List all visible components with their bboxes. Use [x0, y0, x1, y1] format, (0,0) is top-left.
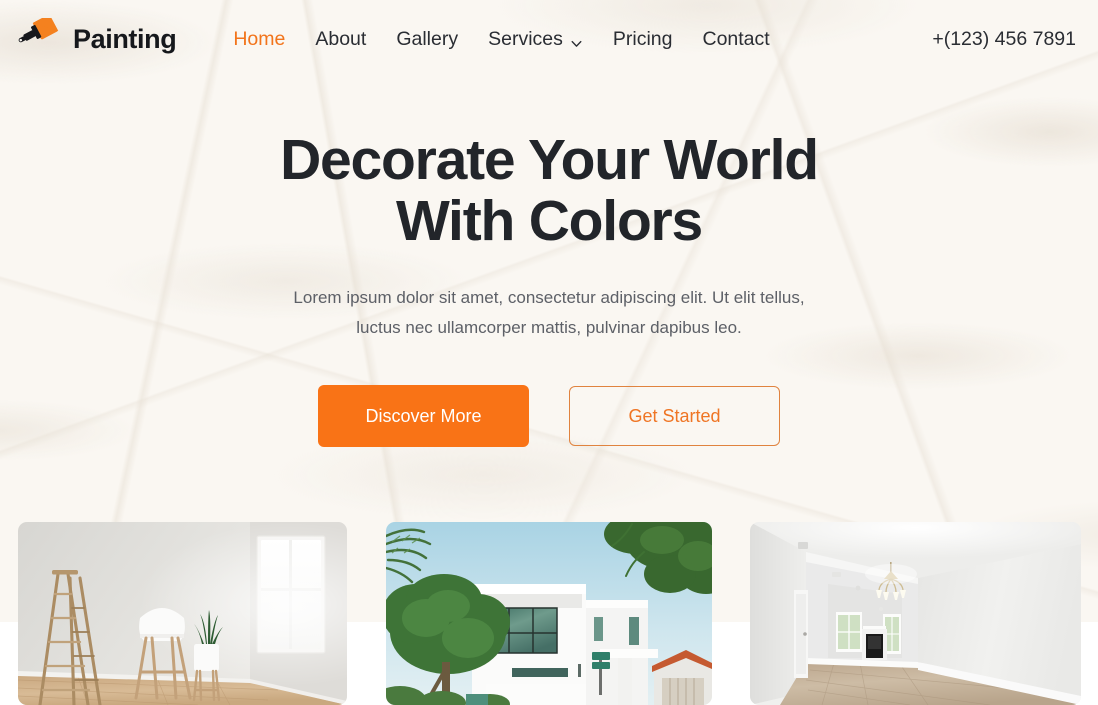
paintbrush-icon	[18, 14, 64, 60]
gallery-image-strip	[0, 522, 1098, 705]
nav-item-pricing-label: Pricing	[612, 27, 673, 50]
brand-logo[interactable]: Painting	[18, 14, 177, 60]
nav-item-about[interactable]: About	[315, 28, 396, 51]
nav-item-gallery-label: Gallery	[396, 27, 459, 50]
hero-cta-group: Discover More Get Started	[0, 385, 1098, 447]
brand-name: Painting	[73, 23, 177, 54]
hero-subtitle-line-2: luctus nec ullamcorper mattis, pulvinar …	[356, 318, 742, 337]
nav-links: Home About Gallery Services Pricing Cont…	[233, 28, 799, 51]
get-started-button[interactable]: Get Started	[569, 386, 780, 446]
hero-title-line-2: With Colors	[395, 189, 703, 253]
gallery-image-empty-living-room-with-fireplace[interactable]	[750, 522, 1081, 705]
hero-subtitle: Lorem ipsum dolor sit amet, consectetur …	[0, 283, 1098, 343]
gallery-image-empty-room-with-ladder-and-chair[interactable]	[18, 522, 347, 705]
chevron-down-icon	[570, 33, 583, 47]
nav-item-pricing[interactable]: Pricing	[613, 28, 703, 51]
nav-item-contact[interactable]: Contact	[702, 28, 799, 51]
nav-item-about-label: About	[315, 27, 367, 50]
page-title: Decorate Your World With Colors	[0, 130, 1098, 252]
hero-subtitle-line-1: Lorem ipsum dolor sit amet, consectetur …	[293, 288, 805, 307]
nav-item-services-label: Services	[488, 27, 563, 50]
phone-number[interactable]: +(123) 456 7891	[932, 28, 1076, 51]
nav-item-services[interactable]: Services	[488, 28, 613, 51]
nav-item-gallery[interactable]: Gallery	[396, 28, 488, 51]
main-navbar: Painting Home About Gallery Services Pri…	[0, 0, 1098, 78]
nav-item-home-label: Home	[233, 27, 286, 50]
discover-more-button[interactable]: Discover More	[318, 385, 529, 447]
nav-item-contact-label: Contact	[702, 27, 770, 50]
hero-title-line-1: Decorate Your World	[280, 128, 819, 192]
gallery-image-modern-white-house-exterior[interactable]	[386, 522, 712, 705]
nav-item-home[interactable]: Home	[233, 28, 315, 51]
